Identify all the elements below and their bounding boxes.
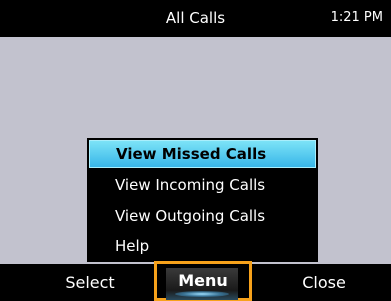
- menu-item-view-missed-calls[interactable]: View Missed Calls: [89, 140, 316, 168]
- close-softkey[interactable]: Close: [284, 264, 364, 301]
- status-bar: All Calls 1:21 PM: [0, 0, 391, 37]
- options-menu: View Missed Calls View Incoming Calls Vi…: [87, 138, 318, 262]
- clock-time: 1:21 PM: [330, 10, 383, 25]
- menu-softkey[interactable]: Menu: [154, 261, 252, 301]
- menu-item-view-outgoing-calls[interactable]: View Outgoing Calls: [89, 202, 316, 230]
- phone-screen: All Calls 1:21 PM View Missed Calls View…: [0, 0, 391, 301]
- select-softkey[interactable]: Select: [50, 264, 130, 301]
- softkey-bar: Select Menu Close: [0, 261, 391, 301]
- menu-item-help[interactable]: Help: [89, 232, 316, 260]
- menu-item-view-incoming-calls[interactable]: View Incoming Calls: [89, 171, 316, 199]
- menu-softkey-label: Menu: [178, 271, 228, 290]
